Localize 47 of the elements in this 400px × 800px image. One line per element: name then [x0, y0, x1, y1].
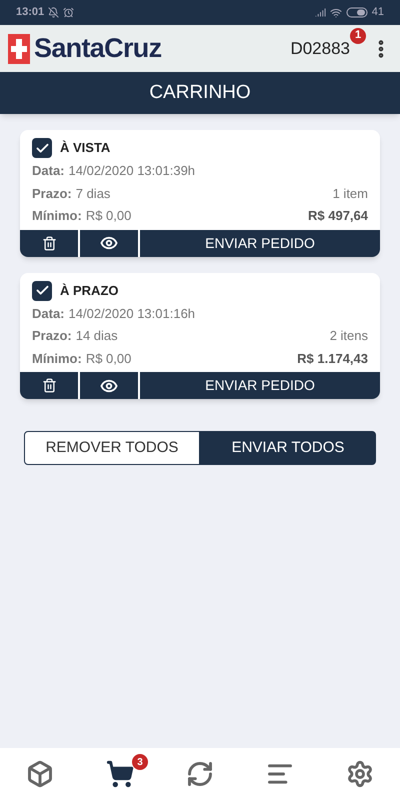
user-code[interactable]: D02883 — [290, 38, 350, 58]
checkbox[interactable] — [32, 138, 52, 158]
field-value: R$ 0,00 — [86, 350, 132, 368]
cross-logo-icon — [8, 34, 30, 64]
cart-icon — [106, 760, 134, 788]
alarm-icon — [63, 7, 74, 18]
field-value: R$ 0,00 — [86, 207, 132, 225]
field-label: Prazo: — [32, 184, 72, 202]
checkbox[interactable] — [32, 280, 52, 300]
view-button[interactable] — [80, 372, 138, 399]
field-label: Prazo: — [32, 327, 72, 345]
battery-level: 41 — [372, 5, 384, 20]
order-title: À VISTA — [60, 139, 110, 158]
delete-button[interactable] — [20, 372, 78, 399]
field-label: Mínimo: — [32, 207, 82, 225]
trash-icon — [42, 236, 56, 250]
remove-all-button[interactable]: REMOVER TODOS — [24, 431, 200, 465]
field-label: Data: — [32, 304, 65, 322]
item-count: 2 itens — [330, 327, 368, 345]
order-total: R$ 497,64 — [308, 207, 368, 225]
box-icon — [26, 760, 54, 788]
order-title: À PRAZO — [60, 282, 118, 300]
send-order-button[interactable]: ENVIAR PEDIDO — [140, 372, 380, 399]
view-button[interactable] — [80, 230, 138, 256]
send-all-button[interactable]: ENVIAR TODOS — [200, 431, 376, 465]
cart-badge: 3 — [132, 754, 148, 770]
trash-icon — [42, 378, 56, 393]
eye-icon — [100, 234, 118, 252]
status-time: 13:01 — [16, 5, 44, 20]
send-order-button[interactable]: ENVIAR PEDIDO — [140, 230, 380, 256]
field-value: 14/02/2020 13:01:39h — [68, 162, 196, 180]
page-title: CARRINHO — [149, 80, 251, 105]
field-label: Data: — [32, 162, 65, 180]
brand-logo: SantaCruz — [34, 32, 162, 66]
field-value: 14/02/2020 13:01:16h — [68, 304, 196, 322]
order-total: R$ 1.174,43 — [297, 350, 368, 368]
delete-button[interactable] — [20, 230, 78, 256]
wifi-icon — [330, 6, 342, 18]
notification-badge: 1 — [350, 28, 366, 44]
bell-off-icon — [48, 7, 60, 18]
sync-icon — [186, 760, 214, 788]
settings-icon — [346, 760, 374, 788]
field-value: 7 dias — [76, 184, 110, 202]
battery-icon — [346, 7, 368, 18]
item-count: 1 item — [332, 184, 368, 202]
field-label: Mínimo: — [32, 350, 82, 368]
field-value: 14 dias — [76, 327, 118, 345]
